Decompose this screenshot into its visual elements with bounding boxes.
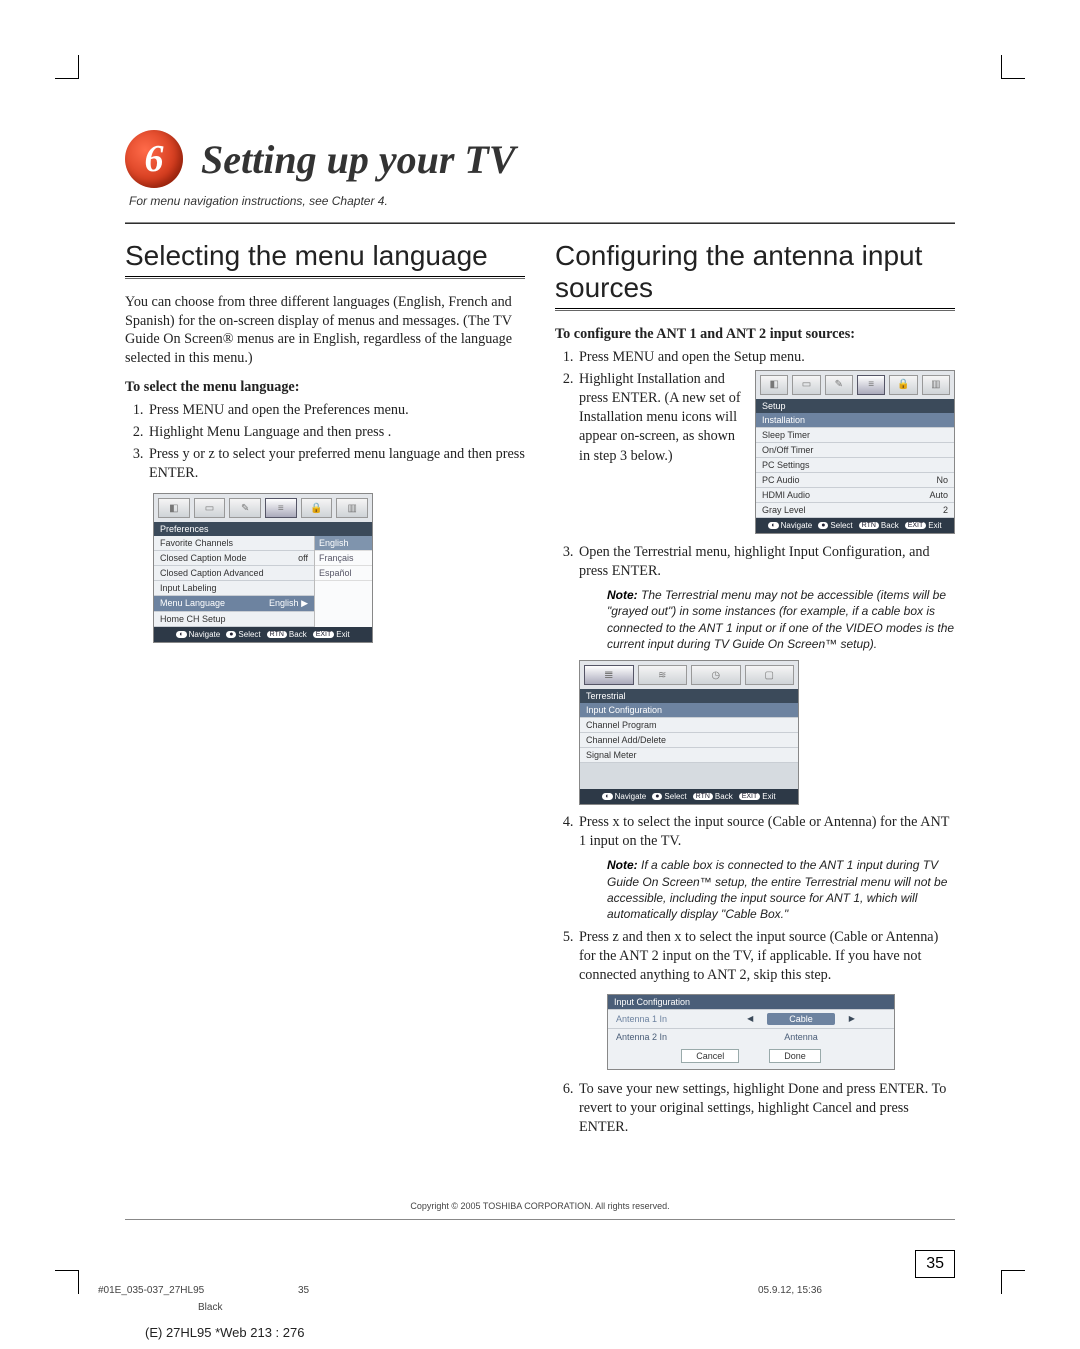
note-label: Note: (607, 858, 638, 872)
osd-row: HDMI AudioAuto (756, 488, 954, 503)
osd-row: Closed Caption Modeoff (154, 551, 314, 566)
prepress-color: Black (98, 1302, 978, 1313)
osd-row: Favorite Channels (154, 536, 314, 551)
step: Highlight Menu Language and then press . (147, 423, 525, 442)
osd-input-configuration: Input Configuration Antenna 1 In ◀ Cable… (607, 994, 895, 1070)
chapter-title: Setting up your TV (201, 136, 516, 183)
osd-row-selected: Menu LanguageEnglish ▶ (154, 596, 314, 612)
picture-icon: ◧ (760, 375, 788, 395)
step: Press MENU and open the Preferences menu… (147, 401, 525, 420)
osd-row: PC AudioNo (756, 473, 954, 488)
tuning-icon: ≋ (638, 665, 688, 685)
osd-row: Channel Add/Delete (580, 733, 798, 748)
input-row: Antenna 2 In Antenna (608, 1028, 894, 1045)
page-content: 6 Setting up your TV For menu navigation… (125, 130, 955, 1220)
osd-tab-icons: ◧ ▭ ✎ ≡ 🔒 ▥ (756, 371, 954, 399)
osd-title: Setup (756, 399, 954, 413)
step: To save your new settings, highlight Don… (577, 1080, 955, 1138)
antenna-icon: 𝌆 (584, 665, 634, 685)
osd-row: Home CH Setup (154, 612, 314, 627)
osd-row: Sleep Timer (756, 428, 954, 443)
osd-terrestrial: 𝌆 ≋ ◷ ▢ Terrestrial Input Configuration … (579, 660, 799, 805)
osd-preferences: ◧ ▭ ✎ ≡ 🔒 ▥ Preferences Favorite Channel… (153, 493, 373, 643)
input-row-selected: Antenna 1 In ◀ Cable ▶ (608, 1009, 894, 1028)
osd-row: Gray Level2 (756, 503, 954, 518)
preferences-icon: ▥ (336, 498, 368, 518)
step: Press y or z to select your preferred me… (147, 445, 525, 483)
osd-row: Closed Caption Advanced (154, 566, 314, 581)
left-column: Selecting the menu language You can choo… (125, 240, 525, 1141)
setup-icon: ≡ (265, 498, 297, 518)
picture-icon: ◧ (158, 498, 190, 518)
procedure-title-left: To select the menu language: (125, 378, 525, 397)
setup-icon: ≡ (857, 375, 885, 395)
osd-row: Signal Meter (580, 748, 798, 763)
step: Press z and then x to select the input s… (577, 928, 955, 1070)
procedure-title-right: To configure the ANT 1 and ANT 2 input s… (555, 325, 955, 344)
osd-tab-icons: ◧ ▭ ✎ ≡ 🔒 ▥ (154, 494, 372, 522)
note: Note: The Terrestrial menu may not be ac… (607, 587, 955, 652)
done-button: Done (769, 1049, 821, 1063)
osd-pref-list: Favorite Channels Closed Caption Modeoff… (154, 536, 314, 627)
osd-option: Français (315, 551, 372, 566)
osd-legend: ◐Navigate ●Select RTNBack EXITExit (154, 627, 372, 642)
sound-icon: ▭ (792, 375, 820, 395)
step: Press MENU and open the Setup menu. (577, 348, 955, 367)
osd-terr-list: Input Configuration Channel Program Chan… (580, 703, 798, 763)
osd-row: On/Off Timer (756, 443, 954, 458)
prepress-footer: #01E_035-037_27HL95 35 05.9.12, 15:36 (98, 1285, 978, 1296)
osd-title: Preferences (154, 522, 372, 536)
osd-title: Input Configuration (608, 995, 894, 1009)
steps-left: Press MENU and open the Preferences menu… (125, 401, 525, 484)
copyright-footer: Copyright © 2005 TOSHIBA CORPORATION. Al… (125, 1201, 955, 1211)
page-number: 35 (915, 1250, 955, 1278)
osd-title: Terrestrial (580, 689, 798, 703)
intro-paragraph: You can choose from three different lang… (125, 293, 525, 368)
applications-icon: ✎ (825, 375, 853, 395)
chapter-divider (125, 222, 955, 224)
section-heading-left: Selecting the menu language (125, 240, 525, 272)
osd-row-selected: Input Configuration (580, 703, 798, 718)
osd-option: Español (315, 566, 372, 581)
cancel-button: Cancel (681, 1049, 739, 1063)
prepress-page: 35 (298, 1285, 758, 1296)
osd-row: Input Labeling (154, 581, 314, 596)
osd-side-options: English Français Español (314, 536, 372, 627)
prepress-date: 05.9.12, 15:36 (758, 1285, 978, 1296)
note-label: Note: (607, 588, 638, 602)
osd-row-selected: Installation (756, 413, 954, 428)
left-arrow-icon: ◀ (747, 1014, 753, 1023)
clock-icon: ◷ (691, 665, 741, 685)
right-column: Configuring the antenna input sources To… (555, 240, 955, 1141)
note: Note: If a cable box is connected to the… (607, 857, 955, 922)
osd-setup: ◧ ▭ ✎ ≡ 🔒 ▥ Setup Installation Sleep Tim… (755, 370, 955, 534)
lock-icon: 🔒 (301, 498, 333, 518)
preferences-icon: ▥ (922, 375, 950, 395)
osd-row: PC Settings (756, 458, 954, 473)
system-icon: ▢ (745, 665, 795, 685)
step-text: Highlight Installation and press ENTER. … (579, 371, 741, 464)
chapter-subtitle: For menu navigation instructions, see Ch… (129, 194, 955, 208)
applications-icon: ✎ (229, 498, 261, 518)
steps-right: Press MENU and open the Setup menu. ◧ ▭ … (555, 348, 955, 1137)
osd-setup-list: Installation Sleep Timer On/Off Timer PC… (756, 413, 954, 518)
step: ◧ ▭ ✎ ≡ 🔒 ▥ Setup Installation Sleep Tim… (577, 370, 955, 540)
chapter-header: 6 Setting up your TV (125, 130, 955, 188)
sound-icon: ▭ (194, 498, 226, 518)
osd-legend: ◐Navigate ●Select RTNBack EXITExit (580, 789, 798, 804)
osd-row: Channel Program (580, 718, 798, 733)
web-line: (E) 27HL95 *Web 213 : 276 (145, 1325, 304, 1340)
step: Open the Terrestrial menu, highlight Inp… (577, 543, 955, 805)
chapter-number-badge: 6 (125, 130, 183, 188)
osd-legend: ◐Navigate ●Select RTNBack EXITExit (756, 518, 954, 533)
right-arrow-icon: ▶ (849, 1014, 855, 1023)
section-heading-right: Configuring the antenna input sources (555, 240, 955, 304)
prepress-file: #01E_035-037_27HL95 (98, 1285, 298, 1296)
step: Press x to select the input source (Cabl… (577, 813, 955, 922)
lock-icon: 🔒 (889, 375, 917, 395)
osd-tab-icons: 𝌆 ≋ ◷ ▢ (580, 661, 798, 689)
osd-option: English (315, 536, 372, 551)
